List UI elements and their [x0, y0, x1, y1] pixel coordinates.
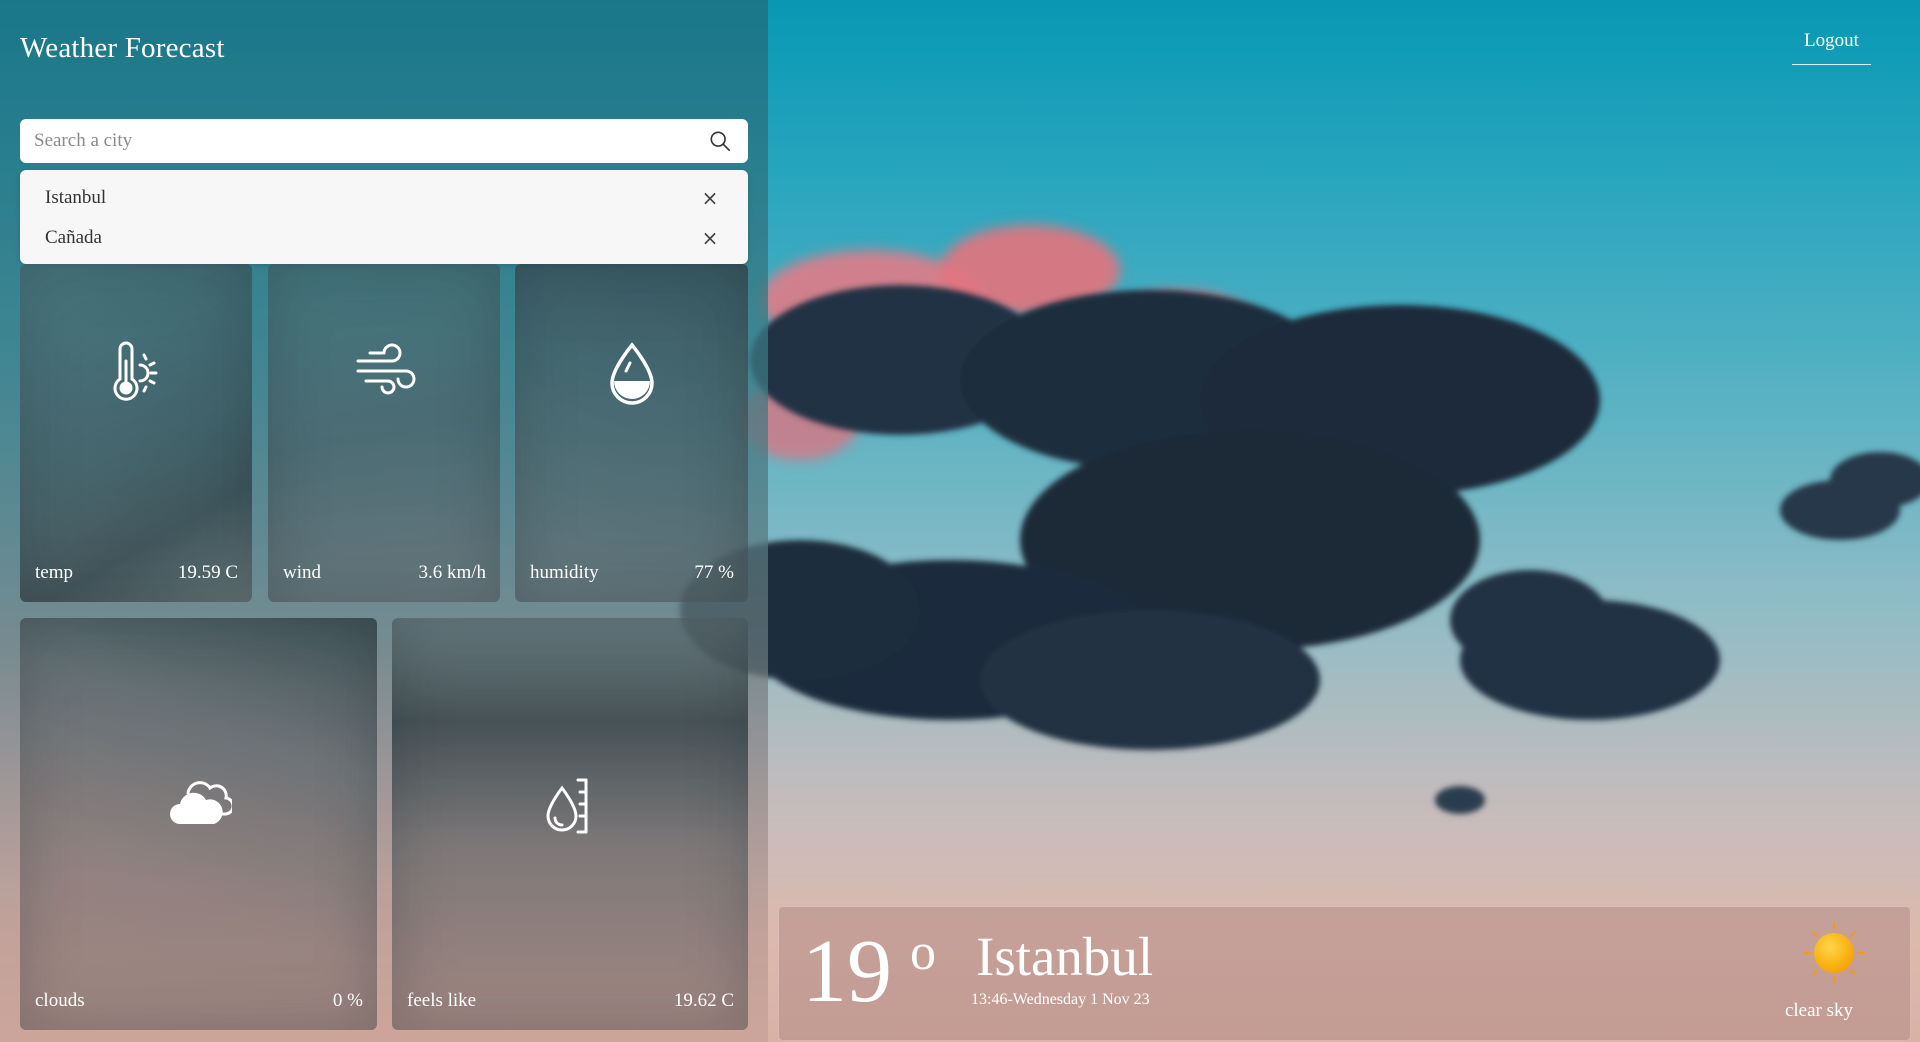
- sun-icon: [1802, 921, 1866, 990]
- wind-icon: [352, 341, 416, 402]
- clouds-value: 0 %: [332, 990, 363, 1011]
- search-icon[interactable]: [706, 127, 734, 155]
- feels-like-value: 19.62 C: [673, 990, 734, 1011]
- search-history-list: Istanbul × Cañada ×: [20, 170, 748, 264]
- current-weather-card: 19 o Istanbul 13:46-Wednesday 1 Nov 23 c…: [779, 907, 1910, 1040]
- current-datetime: 13:46-Wednesday 1 Nov 23: [971, 991, 1150, 1008]
- wind-value: 3.6 km/h: [418, 562, 486, 583]
- logout-button[interactable]: Logout: [1792, 30, 1871, 65]
- cloud-icon: [166, 774, 235, 833]
- clouds-label: clouds: [35, 990, 85, 1011]
- close-icon[interactable]: ×: [700, 226, 720, 250]
- drop-thermometer-icon: [542, 774, 598, 843]
- wind-label: wind: [283, 562, 321, 583]
- history-item-label: Istanbul: [45, 187, 107, 208]
- thermometer-sun-icon: [106, 341, 166, 410]
- history-item-label: Cañada: [45, 227, 102, 248]
- humidity-value: 77 %: [694, 562, 734, 583]
- close-icon[interactable]: ×: [700, 186, 720, 210]
- history-item-canada[interactable]: Cañada ×: [20, 218, 748, 258]
- degree-symbol: o: [910, 924, 936, 981]
- water-drop-icon: [606, 341, 658, 410]
- wind-card: wind 3.6 km/h: [268, 264, 500, 602]
- app-title: Weather Forecast: [20, 32, 225, 64]
- sidebar-panel: Weather Forecast Istanbul × Cañada ×: [0, 0, 768, 1042]
- weather-description: clear sky: [1784, 1000, 1854, 1021]
- feels-like-card: feels like 19.62 C: [392, 618, 748, 1030]
- clouds-card: clouds 0 %: [20, 618, 377, 1030]
- humidity-card: humidity 77 %: [515, 264, 748, 602]
- current-city: Istanbul: [976, 926, 1154, 987]
- history-item-istanbul[interactable]: Istanbul ×: [20, 178, 748, 218]
- search-input[interactable]: [34, 130, 706, 152]
- humidity-label: humidity: [530, 562, 599, 583]
- temp-label: temp: [35, 562, 73, 583]
- temp-value: 19.59 C: [177, 562, 238, 583]
- temp-card: temp 19.59 C: [20, 264, 252, 602]
- current-temperature: 19: [802, 922, 892, 1021]
- feels-like-label: feels like: [407, 990, 477, 1011]
- search-bar: [20, 119, 748, 163]
